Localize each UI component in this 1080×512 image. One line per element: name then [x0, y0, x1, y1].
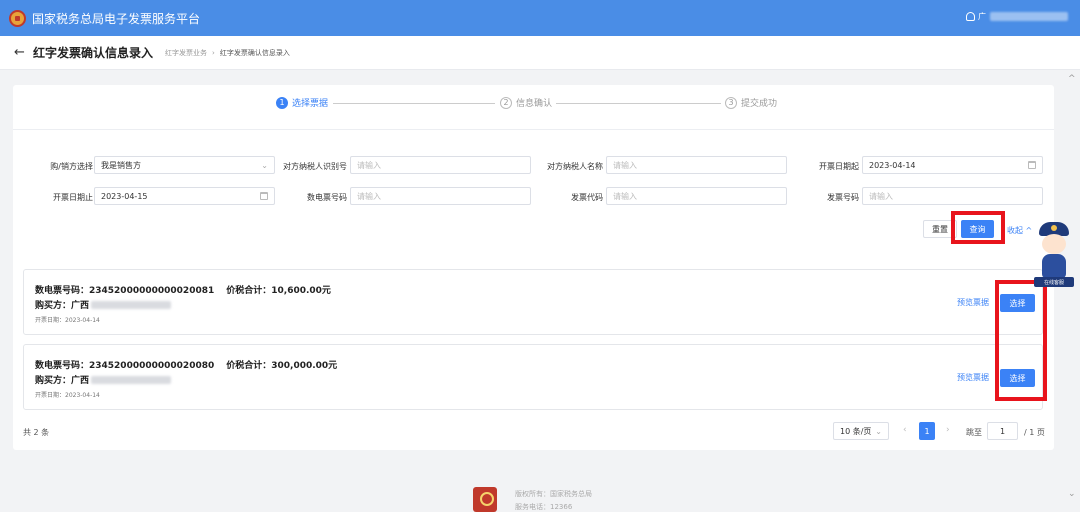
page-number-current[interactable]: 1: [919, 422, 935, 440]
record-buyer: 购买方：广西: [35, 373, 172, 386]
collapse-link[interactable]: 收起 ^: [1007, 225, 1032, 236]
step-connector: [333, 103, 495, 104]
main-card: 1 选择票据 2 信息确认 3 提交成功 购/销方选择 我是销售方 ⌄ 对方纳税…: [13, 85, 1054, 450]
customer-service-mascot[interactable]: 在线客服: [1032, 220, 1076, 290]
total-pages: / 1 页: [1024, 428, 1045, 437]
step-indicator: 1 选择票据 2 信息确认 3 提交成功: [13, 96, 1054, 114]
buy-sell-select[interactable]: 我是销售方 ⌄: [94, 156, 275, 174]
highlight-box-select: [995, 280, 1047, 401]
preview-invoice-link[interactable]: 预览票据: [957, 297, 989, 308]
step-connector: [556, 103, 721, 104]
step-number: 1: [276, 96, 288, 109]
einvoice-number-label: 数电票号码: [307, 193, 347, 202]
breadcrumb: 红字发票业务 › 红字发票确认信息录入: [165, 48, 290, 58]
step-label: 提交成功: [741, 99, 778, 109]
page-title: 红字发票确认信息录入: [33, 46, 154, 60]
counterparty-name-label: 对方纳税人名称: [547, 162, 603, 171]
step-submit-success: 3 提交成功: [725, 96, 777, 109]
record-line-1: 数电票号码：23452000000000020080 价税合计：300,000.0…: [35, 358, 337, 371]
site-title: 国家税务总局电子发票服务平台: [32, 11, 201, 26]
date-start-picker[interactable]: 2023-04-14: [862, 156, 1043, 174]
user-menu[interactable]: 广: [966, 11, 1068, 22]
chevron-down-icon: ⌄: [875, 426, 882, 436]
scroll-up-icon[interactable]: ^: [1068, 74, 1076, 84]
counterparty-name-placeholder: 请输入: [613, 160, 637, 170]
step-confirm-info: 2 信息确认: [500, 96, 552, 109]
invoice-number-label: 发票号码: [827, 193, 859, 202]
user-icon: [966, 12, 975, 21]
date-start-value: 2023-04-14: [869, 160, 916, 170]
total-amount-text: 价税合计：300,000.00元: [226, 361, 338, 371]
buyer-text: 购买方：广西: [35, 376, 90, 386]
invoice-code-placeholder: 请输入: [613, 191, 637, 201]
mascot-body-icon: [1042, 254, 1066, 278]
invoice-code-label: 发票代码: [571, 193, 603, 202]
total-count: 共 2 条: [23, 428, 50, 437]
invoice-record: 数电票号码：23452000000000020080 价税合计：300,000.0…: [23, 344, 1043, 410]
top-bar: 国家税务总局电子发票服务平台 广: [0, 0, 1080, 36]
chevron-right-icon: ›: [212, 48, 215, 57]
step-number: 2: [500, 96, 512, 109]
buy-sell-label: 购/销方选择: [50, 162, 93, 171]
step-label: 选择票据: [292, 99, 329, 109]
step-label: 信息确认: [516, 99, 553, 109]
collapse-label: 收起: [1007, 226, 1023, 235]
page-header: ← 红字发票确认信息录入 红字发票业务 › 红字发票确认信息录入: [0, 36, 1080, 70]
scroll-down-icon[interactable]: ⌄: [1068, 489, 1076, 499]
date-start-label: 开票日期起: [819, 162, 859, 171]
issue-date-text: 开票日期：2023-04-14: [35, 317, 100, 324]
buy-sell-value: 我是销售方: [101, 160, 141, 170]
invoice-number-input[interactable]: 请输入: [862, 187, 1043, 205]
tax-emblem-icon: [9, 9, 26, 27]
mascot-tag: 在线客服: [1034, 277, 1074, 287]
mascot-face-icon: [1042, 234, 1066, 254]
date-end-value: 2023-04-15: [101, 191, 148, 201]
prev-page-icon[interactable]: ‹: [903, 425, 907, 435]
tax-id-placeholder: 请输入: [357, 160, 381, 170]
step-select-invoice: 1 选择票据: [276, 96, 328, 109]
preview-invoice-link[interactable]: 预览票据: [957, 372, 989, 383]
hotline-text: 服务电话：12366: [515, 503, 573, 511]
jump-to-label: 跳至: [966, 428, 982, 437]
next-page-icon[interactable]: ›: [946, 425, 950, 435]
buyer-name-redacted: [91, 300, 172, 309]
divider: [13, 129, 1054, 130]
invoice-record: 数电票号码：23452000000000020081 价税合计：10,600.00…: [23, 269, 1043, 335]
record-buyer: 购买方：广西: [35, 298, 172, 311]
calendar-icon: [1028, 161, 1036, 169]
date-end-picker[interactable]: 2023-04-15: [94, 187, 275, 205]
counterparty-name-input[interactable]: 请输入: [606, 156, 787, 174]
breadcrumb-item-red-invoice[interactable]: 红字发票业务: [165, 48, 207, 58]
buyer-text: 购买方：广西: [35, 301, 90, 311]
record-line-1: 数电票号码：23452000000000020081 价税合计：10,600.00…: [35, 283, 331, 296]
tax-badge-icon: [473, 487, 497, 512]
einvoice-number-placeholder: 请输入: [357, 191, 381, 201]
page-size-select[interactable]: 10 条/页 ⌄: [833, 422, 889, 440]
einvoice-number-text: 数电票号码：23452000000000020081: [35, 286, 215, 296]
highlight-box-query: [951, 211, 1005, 244]
tax-id-label: 对方纳税人识别号: [283, 162, 347, 171]
user-name-redacted: [990, 12, 1068, 21]
einvoice-number-input[interactable]: 请输入: [350, 187, 531, 205]
breadcrumb-item-current: 红字发票确认信息录入: [219, 48, 290, 57]
date-end-label: 开票日期止: [53, 193, 93, 202]
back-arrow-icon[interactable]: ←: [14, 45, 28, 60]
issue-date-text: 开票日期：2023-04-14: [35, 392, 100, 399]
invoice-number-placeholder: 请输入: [869, 191, 893, 201]
copyright-text: 版权所有：国家税务总局: [515, 490, 592, 498]
buyer-name-redacted: [91, 375, 172, 384]
step-number: 3: [725, 96, 737, 109]
user-name: 广: [978, 12, 986, 21]
total-amount-text: 价税合计：10,600.00元: [226, 286, 331, 296]
einvoice-number-text: 数电票号码：23452000000000020080: [35, 361, 215, 371]
tax-id-input[interactable]: 请输入: [350, 156, 531, 174]
jump-to-input[interactable]: 1: [987, 422, 1018, 440]
invoice-code-input[interactable]: 请输入: [606, 187, 787, 205]
page-size-value: 10 条/页: [840, 426, 872, 436]
